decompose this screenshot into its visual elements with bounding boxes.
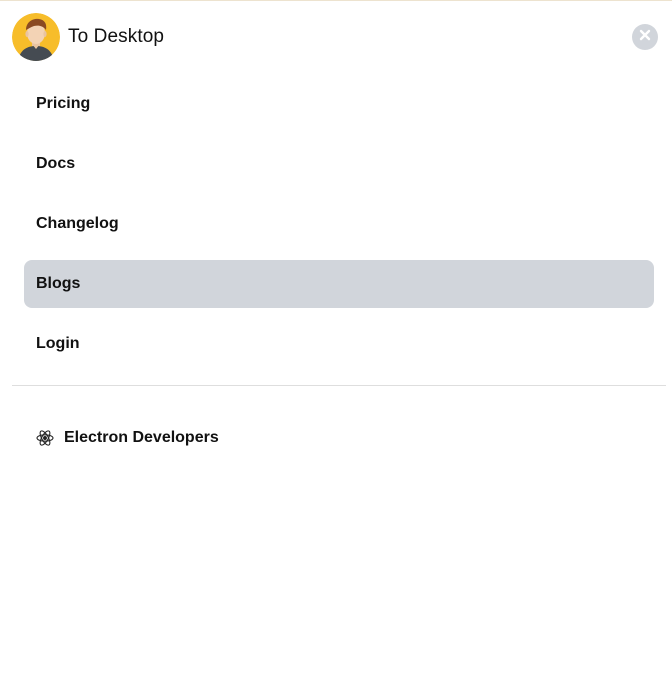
electron-icon [36,429,54,447]
nav-item-login[interactable]: Login [24,320,654,368]
electron-developers-label: Electron Developers [64,429,219,446]
electron-developers-link[interactable]: Electron Developers [36,427,219,449]
top-border [0,0,672,1]
close-icon [639,28,651,46]
nav-item-docs[interactable]: Docs [24,140,654,188]
close-button[interactable] [632,24,658,50]
nav-item-changelog[interactable]: Changelog [24,200,654,248]
menu-header: To Desktop [12,13,658,61]
nav-item-pricing[interactable]: Pricing [24,80,654,128]
app-title: To Desktop [68,26,165,47]
nav-item-blogs[interactable]: Blogs [24,260,654,308]
avatar-icon[interactable] [12,13,60,61]
section-divider [12,385,666,386]
nav-menu: Pricing Docs Changelog Blogs Login [24,80,654,380]
